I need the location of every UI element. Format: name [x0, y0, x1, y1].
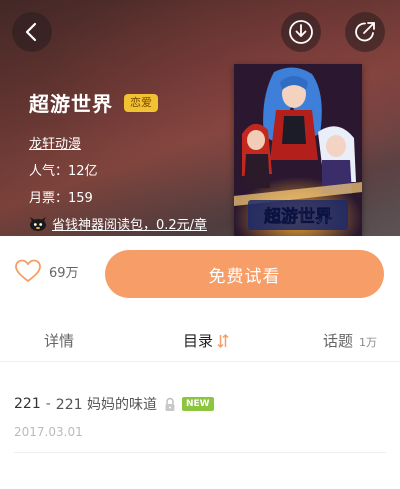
chapter-date: 2017.03.01	[14, 425, 83, 439]
tab-bar: 详情 目录 话题 1万	[0, 318, 400, 362]
monthly-votes-text: 月票：159	[29, 191, 93, 206]
share-button[interactable]	[345, 12, 385, 52]
comic-cover[interactable]: 超游世界	[234, 64, 362, 236]
chapter-separator: -	[45, 396, 51, 412]
sort-icon[interactable]	[217, 333, 229, 349]
chapter-divider	[14, 452, 386, 453]
chapter-number: 221	[14, 396, 41, 412]
chevron-left-icon	[25, 22, 37, 42]
lock-icon	[164, 397, 176, 412]
hero-header: 超游世界 恋爱 龙轩动漫 人气：12亿 月票：159 省钱神器阅读包，0.2元/…	[0, 0, 400, 236]
mascot-icon	[30, 216, 46, 231]
like-count: 69万	[49, 265, 79, 281]
chapter-item[interactable]: 221 - 221 妈妈的味道 NEW 2017.03.01	[14, 394, 386, 439]
cover-title-text: 超游世界	[264, 206, 332, 227]
genre-tag[interactable]: 恋爱	[124, 93, 158, 112]
tab-topic-label: 话题	[323, 332, 354, 350]
back-button[interactable]	[12, 12, 52, 52]
new-badge: NEW	[181, 397, 214, 411]
cover-illustration: 超游世界	[234, 64, 362, 236]
popularity-text: 人气：12亿	[29, 164, 98, 179]
free-read-button[interactable]: 免费试看	[105, 250, 384, 298]
promo-link[interactable]: 省钱神器阅读包，0.2元/章	[29, 214, 207, 233]
tab-topic[interactable]: 话题 1万	[323, 330, 377, 351]
like-button[interactable]: 69万	[14, 258, 79, 284]
comic-detail-page: 超游世界 恋爱 龙轩动漫 人气：12亿 月票：159 省钱神器阅读包，0.2元/…	[0, 0, 400, 489]
comic-title: 超游世界	[29, 92, 113, 116]
tab-catalog[interactable]: 目录	[183, 330, 229, 351]
download-button[interactable]	[281, 12, 321, 52]
author-link[interactable]: 龙轩动漫	[29, 133, 81, 152]
tab-detail[interactable]: 详情	[44, 330, 74, 351]
tab-catalog-label: 目录	[183, 332, 214, 350]
promo-text: 省钱神器阅读包，0.2元/章	[52, 218, 208, 233]
topic-count: 1万	[359, 336, 378, 349]
comic-info: 超游世界 恋爱 龙轩动漫 人气：12亿 月票：159 省钱神器阅读包，0.2元/…	[29, 88, 207, 233]
share-icon	[355, 22, 375, 42]
download-icon	[289, 20, 313, 44]
chapter-title: 221 妈妈的味道	[55, 397, 157, 413]
heart-icon	[15, 259, 41, 282]
